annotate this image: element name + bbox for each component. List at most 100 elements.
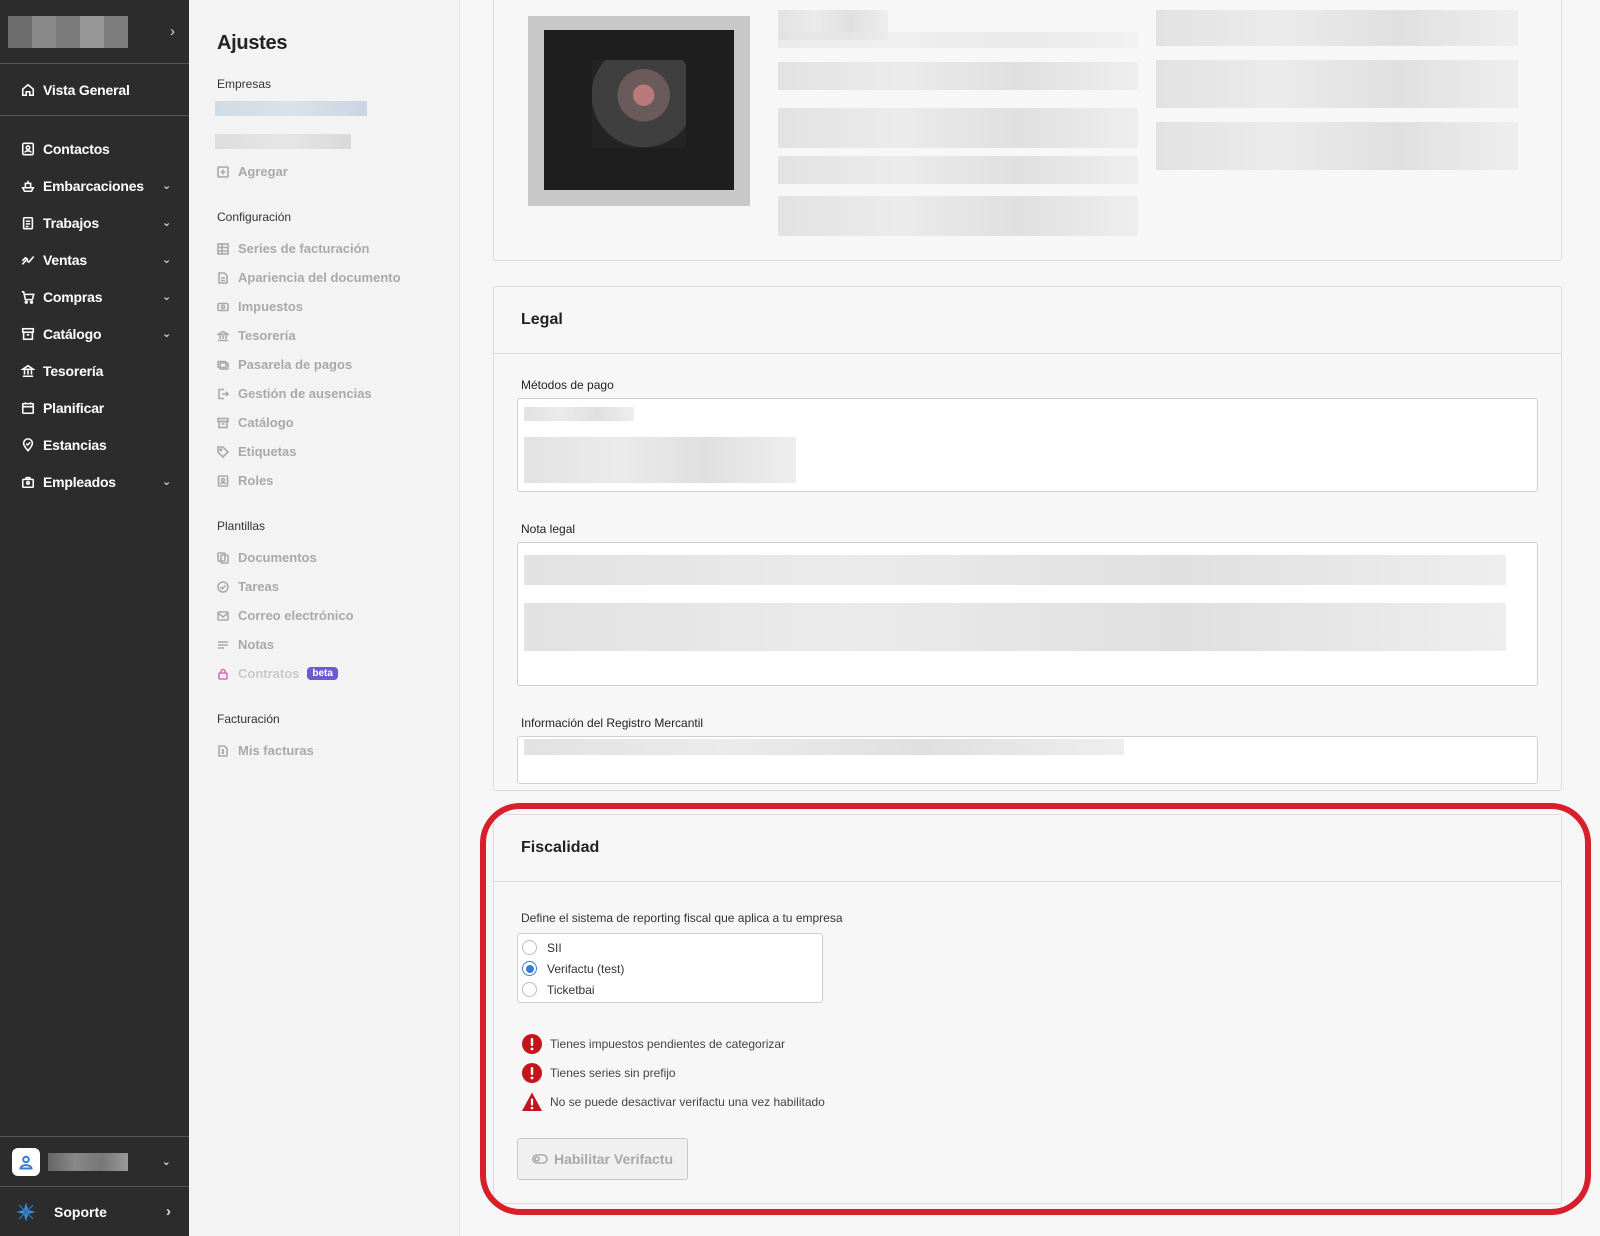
warning-item: Tienes impuestos pendientes de categoriz… [521,1029,1561,1058]
invoice-icon [217,744,229,757]
radio-option-sii[interactable]: SII [522,937,818,958]
subnav-item-label: Etiquetas [238,444,297,459]
user-avatar-icon [12,1147,40,1176]
sidebar-item-label: Embarcaciones [43,177,144,194]
add-label: Agregar [238,164,288,179]
warning-text: Tienes impuestos pendientes de categoriz… [550,1036,786,1051]
legal-note-label: Nota legal [521,522,576,536]
banknote-icon [217,301,229,313]
radio-option-verifactu[interactable]: Verifactu (test) [522,958,818,979]
sidebar-item-contacts[interactable]: Contactos [0,130,189,167]
user-name-blurred [48,1152,128,1171]
chevron-right-icon: › [170,23,175,40]
bank-icon [217,330,229,342]
subnav-item-label: Apariencia del documento [238,270,401,285]
registry-info-label: Información del Registro Mercantil [521,716,704,730]
radio-button-checked[interactable] [522,961,537,976]
chevron-down-icon: ⌄ [161,328,171,340]
chevron-right-icon: › [166,1203,171,1220]
chevron-down-icon: ⌄ [161,1156,171,1168]
subnav-item-contracts[interactable]: Contratos beta [217,659,459,688]
sidebar-item-jobs[interactable]: Trabajos ⌄ [0,204,189,241]
warning-text: No se puede desactivar verifactu una vez… [550,1094,825,1109]
subnav-item-documents[interactable]: Documentos [217,543,459,572]
subnav-item-label: Gestión de ausencias [238,386,372,401]
plus-square-icon [217,165,229,178]
radio-label: SII [547,940,562,955]
sidebar-item-treasury[interactable]: Tesorería [0,352,189,389]
subnav-item-tasks[interactable]: Tareas [217,572,459,601]
sidebar-item-boats[interactable]: Embarcaciones ⌄ [0,167,189,204]
chevron-down-icon: ⌄ [161,217,171,229]
subnav-item-taxes[interactable]: Impuestos [217,292,459,321]
chevron-down-icon: ⌄ [161,180,171,192]
subnav-item-treasury[interactable]: Tesorería [217,321,459,350]
sidebar-item-overview[interactable]: Vista General [0,71,189,108]
beta-badge: beta [307,667,338,680]
enable-verifactu-button[interactable]: Habilitar Verifactu [517,1138,688,1180]
main-content: Legal Métodos de pago Nota legal Informa… [460,0,1600,1236]
radio-button[interactable] [522,940,537,955]
location-icon [20,437,35,452]
user-menu[interactable]: ⌄ [0,1136,189,1186]
registry-info-field[interactable] [517,736,1538,784]
document-icon [217,271,229,284]
chevron-down-icon: ⌄ [161,476,171,488]
sidebar-item-employees[interactable]: Empleados ⌄ [0,463,189,500]
settings-subnav: Ajustes Empresas Agregar Configuración S… [189,0,460,1236]
subnav-item-roles[interactable]: Roles [217,466,459,495]
subnav-item-label: Contratos [238,666,300,681]
sidebar-item-stays[interactable]: Estancias [0,426,189,463]
tag-icon [217,445,229,458]
subnav-item-label: Documentos [238,550,317,565]
sidebar-item-catalog[interactable]: Catálogo ⌄ [0,315,189,352]
sidebar-item-label: Vista General [43,81,130,98]
radio-button[interactable] [522,982,537,997]
subnav-item-notes[interactable]: Notas [217,630,459,659]
subnav-item-document-appearance[interactable]: Apariencia del documento [217,263,459,292]
employees-icon [20,474,35,489]
subnav-item-catalog[interactable]: Catálogo [217,408,459,437]
fiscal-title: Fiscalidad [494,815,1561,882]
table-icon [217,242,229,255]
support-label: Soporte [54,1203,107,1220]
radio-option-ticketbai[interactable]: Ticketbai [522,979,818,1000]
main-sidebar: › Vista General Contactos Embarcaciones … [0,0,189,1236]
exit-icon [217,388,229,400]
payment-methods-label: Métodos de pago [521,378,614,392]
sidebar-item-planner[interactable]: Planificar [0,389,189,426]
sidebar-item-sales[interactable]: Ventas ⌄ [0,241,189,278]
sidebar-item-label: Empleados [43,473,116,490]
lines-icon [217,639,229,651]
copy-icon [217,551,229,564]
page-title: Ajustes [217,32,288,54]
subnav-item-tags[interactable]: Etiquetas [217,437,459,466]
subnav-item-label: Pasarela de pagos [238,357,353,372]
subnav-item-label: Notas [238,637,275,652]
legal-title: Legal [494,287,1561,354]
subnav-item-payment-gateway[interactable]: Pasarela de pagos [217,350,459,379]
subnav-item-email[interactable]: Correo electrónico [217,601,459,630]
subnav-item-my-invoices[interactable]: Mis facturas [217,736,459,765]
subnav-item-absence-management[interactable]: Gestión de ausencias [217,379,459,408]
subnav-item-label: Tesorería [238,328,296,343]
section-billing: Facturación [217,712,280,726]
subnav-item-label: Correo electrónico [238,608,354,623]
add-company-button[interactable]: Agregar [217,157,459,186]
sidebar-item-label: Catálogo [43,325,102,342]
sidebar-item-purchases[interactable]: Compras ⌄ [0,278,189,315]
warning-item: No se puede desactivar verifactu una vez… [521,1087,1561,1116]
workspace-switcher[interactable]: › [0,0,189,64]
subnav-item-invoice-series[interactable]: Series de facturación [217,234,459,263]
check-circle-icon [217,580,229,593]
company-photo[interactable] [528,16,750,206]
company-info-card [493,0,1562,261]
company-item-active[interactable] [215,101,367,116]
catalog-icon [217,417,229,429]
subnav-item-label: Roles [238,473,274,488]
legal-note-textarea[interactable] [517,542,1538,686]
support-link[interactable]: Soporte › [0,1186,189,1236]
company-item[interactable] [215,134,351,149]
sidebar-item-label: Contactos [43,140,110,157]
payment-methods-field[interactable] [517,398,1538,492]
